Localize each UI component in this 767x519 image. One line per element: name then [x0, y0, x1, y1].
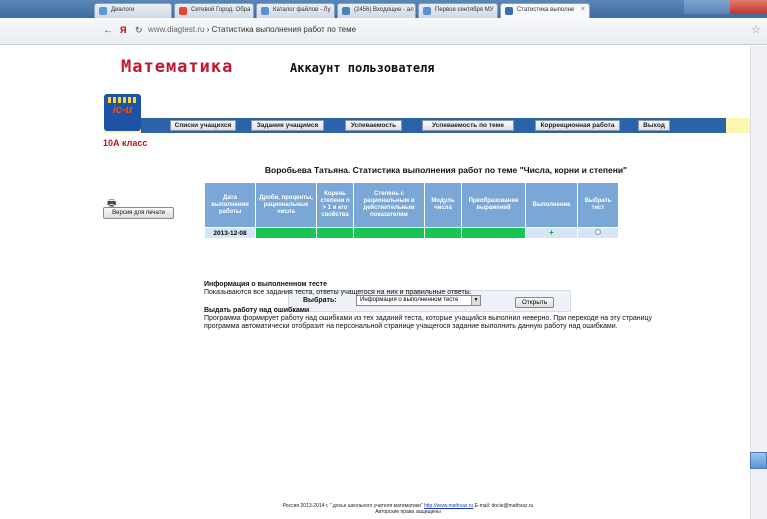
tab-favicon-icon: [342, 7, 350, 15]
class-label: 10А класс: [103, 138, 148, 148]
page-heading: Воробьева Татьяна. Статистика выполнения…: [264, 165, 628, 175]
cell-completion: +: [525, 227, 578, 239]
logo-stripe: [108, 97, 137, 103]
site-title: Математика: [121, 57, 234, 77]
tab-label: Диалоги: [111, 7, 135, 13]
url-title: Статистика выполнения работ по теме: [211, 25, 357, 34]
tab-label: Каталог файлов - Лу: [273, 7, 331, 13]
results-table: Дата выполнения работы Дроби, проценты, …: [204, 182, 619, 239]
info-text-2: Программа формирует работу над ошибками …: [204, 315, 653, 330]
select-label: Выбрать:: [303, 297, 337, 304]
tab-label: Сетевой Город. Обра: [191, 7, 251, 13]
menu-progress[interactable]: Успеваемость: [345, 120, 402, 131]
tab-favicon-icon: [179, 7, 187, 15]
print-version-button[interactable]: Версия для печати: [103, 207, 174, 219]
col-header-date: Дата выполнения работы: [204, 182, 256, 228]
cell-result-modulus: [424, 227, 462, 239]
info-title-2: Выдать работу над ошибками: [204, 307, 310, 314]
page-content: Математика Аккаунт пользователя ic-u Спи…: [0, 46, 767, 519]
reload-icon[interactable]: ↻: [135, 25, 143, 36]
tab-favicon-icon: [505, 7, 513, 15]
scroll-to-top-icon[interactable]: [750, 452, 767, 469]
menu-student-lists[interactable]: Списки учащихся: [170, 120, 236, 131]
cell-result-fractions: [255, 227, 317, 239]
tab-favicon-icon: [261, 7, 269, 15]
back-arrow-icon[interactable]: ←: [103, 25, 113, 36]
address-bar: ← Я ↻ www.diagtest.ru › Статистика выпол…: [0, 18, 767, 45]
info-text-1: Показываются все задания теста, ответы у…: [204, 289, 472, 296]
browser-tab[interactable]: Первое сентября МУ: [418, 3, 498, 18]
account-title: Аккаунт пользователя: [290, 61, 435, 75]
cell-date: 2013-12-08: [204, 227, 256, 239]
table-row: 2013-12-08 +: [204, 227, 619, 239]
browser-tab[interactable]: Сетевой Город. Обра: [174, 3, 254, 18]
vertical-scrollbar[interactable]: [750, 46, 767, 519]
menu-exit[interactable]: Выход: [638, 120, 670, 131]
menu-progress-by-topic[interactable]: Успеваемость по теме: [422, 120, 514, 131]
col-header-power: Степень с рациональным и действительным …: [353, 182, 425, 228]
yandex-icon[interactable]: Я: [120, 25, 126, 35]
col-header-select-test: Выбрать тест: [577, 182, 619, 228]
browser-tab-active[interactable]: Статистика выполне ×: [500, 3, 590, 19]
col-header-completion: Выполнение: [525, 182, 578, 228]
maximize-button[interactable]: [708, 0, 730, 14]
cell-result-transform: [461, 227, 526, 239]
bookmark-star-icon[interactable]: ☆: [751, 23, 761, 36]
browser-tab[interactable]: Диалоги: [94, 3, 172, 18]
site-logo: ic-u: [104, 94, 141, 131]
url-separator: ›: [206, 25, 210, 34]
close-window-button[interactable]: [730, 0, 767, 14]
page-footer: Россия 2013-2014 г. ".досье школьного уч…: [188, 503, 628, 515]
select-test-radio[interactable]: [595, 229, 601, 235]
main-menu: Списки учащихся Задания учащимся Успевае…: [141, 118, 726, 133]
table-header-row: Дата выполнения работы Дроби, проценты, …: [204, 182, 619, 228]
info-block-2: Выдать работу над ошибками Программа фор…: [204, 307, 674, 331]
close-tab-icon[interactable]: ×: [581, 6, 585, 13]
cell-result-power: [353, 227, 425, 239]
col-header-fractions: Дроби, проценты, рациональные числа: [255, 182, 317, 228]
minimize-button[interactable]: [684, 0, 708, 14]
tab-label: Первое сентября МУ: [435, 7, 494, 13]
cell-result-root: [316, 227, 354, 239]
info-block-1: Информация о выполненном тесте Показываю…: [204, 281, 674, 297]
tab-favicon-icon: [99, 7, 107, 15]
col-header-transform: Преобразование выражений: [461, 182, 526, 228]
cell-select-test: [577, 227, 619, 239]
url-field[interactable]: www.diagtest.ru › Статистика выполнения …: [148, 25, 356, 34]
footer-copyright: Авторские права защищены: [375, 509, 441, 515]
logo-text: ic-u: [112, 104, 133, 116]
tab-label: (2456) Входящие - ал: [354, 7, 414, 13]
menu-student-tasks[interactable]: Задания учащимся: [251, 120, 324, 131]
action-select-value: Информация о выполненном тесте: [360, 297, 459, 303]
chevron-down-icon[interactable]: ▼: [471, 296, 480, 305]
completion-status: +: [549, 228, 554, 237]
col-header-root: Корень степени n > 1 и его свойства: [316, 182, 354, 228]
browser-tab[interactable]: (2456) Входящие - ал: [337, 3, 416, 18]
tab-favicon-icon: [423, 7, 431, 15]
url-host: www.diagtest.ru: [148, 25, 205, 34]
tab-label: Статистика выполне: [517, 7, 575, 13]
footer-email: E-mail: docie@mathvaz.ru: [474, 503, 534, 509]
menu-correction-work[interactable]: Коррекционная работа: [535, 120, 620, 131]
col-header-modulus: Модуль числа: [424, 182, 462, 228]
browser-tab-bar: Диалоги Сетевой Город. Обра Каталог файл…: [0, 0, 767, 19]
browser-tab[interactable]: Каталог файлов - Лу: [256, 3, 335, 18]
info-title-1: Информация о выполненном тесте: [204, 281, 327, 288]
